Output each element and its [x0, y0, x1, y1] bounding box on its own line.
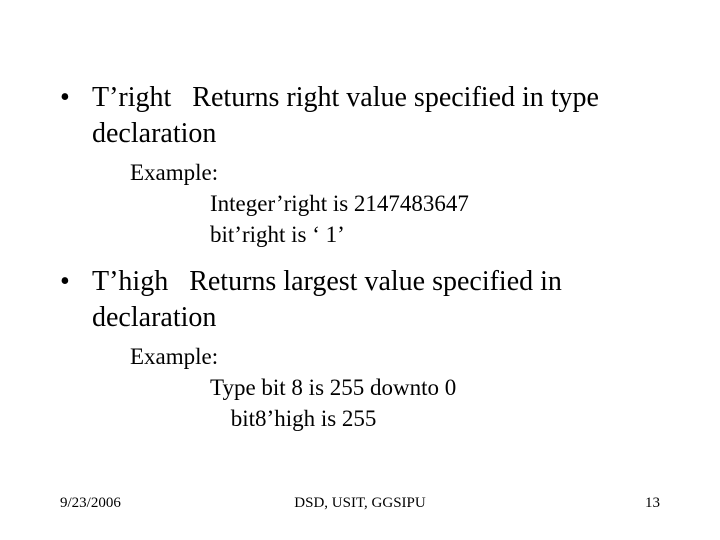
bullet-block: • T’high Returns largest value specified… — [60, 264, 660, 434]
example-label: Example: — [130, 157, 660, 188]
example-line: bit8’high is 255 — [225, 403, 660, 434]
bullet-item: • T’high Returns largest value specified… — [60, 264, 660, 337]
bullet-text: T’right Returns right value specified in… — [92, 80, 660, 153]
bullet-text: T’high Returns largest value specified i… — [92, 264, 660, 337]
bullet-dot: • — [60, 264, 92, 337]
example-line: Integer’right is 2147483647 — [210, 188, 660, 219]
slide-content: • T’right Returns right value specified … — [60, 80, 660, 434]
bullet-item: • T’right Returns right value specified … — [60, 80, 660, 153]
slide: • T’right Returns right value specified … — [0, 0, 720, 540]
bullet-dot: • — [60, 80, 92, 153]
example-line: bit’right is ‘ 1’ — [210, 219, 660, 250]
slide-footer: 9/23/2006 DSD, USIT, GGSIPU 13 — [60, 495, 660, 512]
example-label: Example: — [130, 341, 660, 372]
example-line: Type bit 8 is 255 downto 0 — [210, 372, 660, 403]
footer-center: DSD, USIT, GGSIPU — [60, 495, 660, 512]
